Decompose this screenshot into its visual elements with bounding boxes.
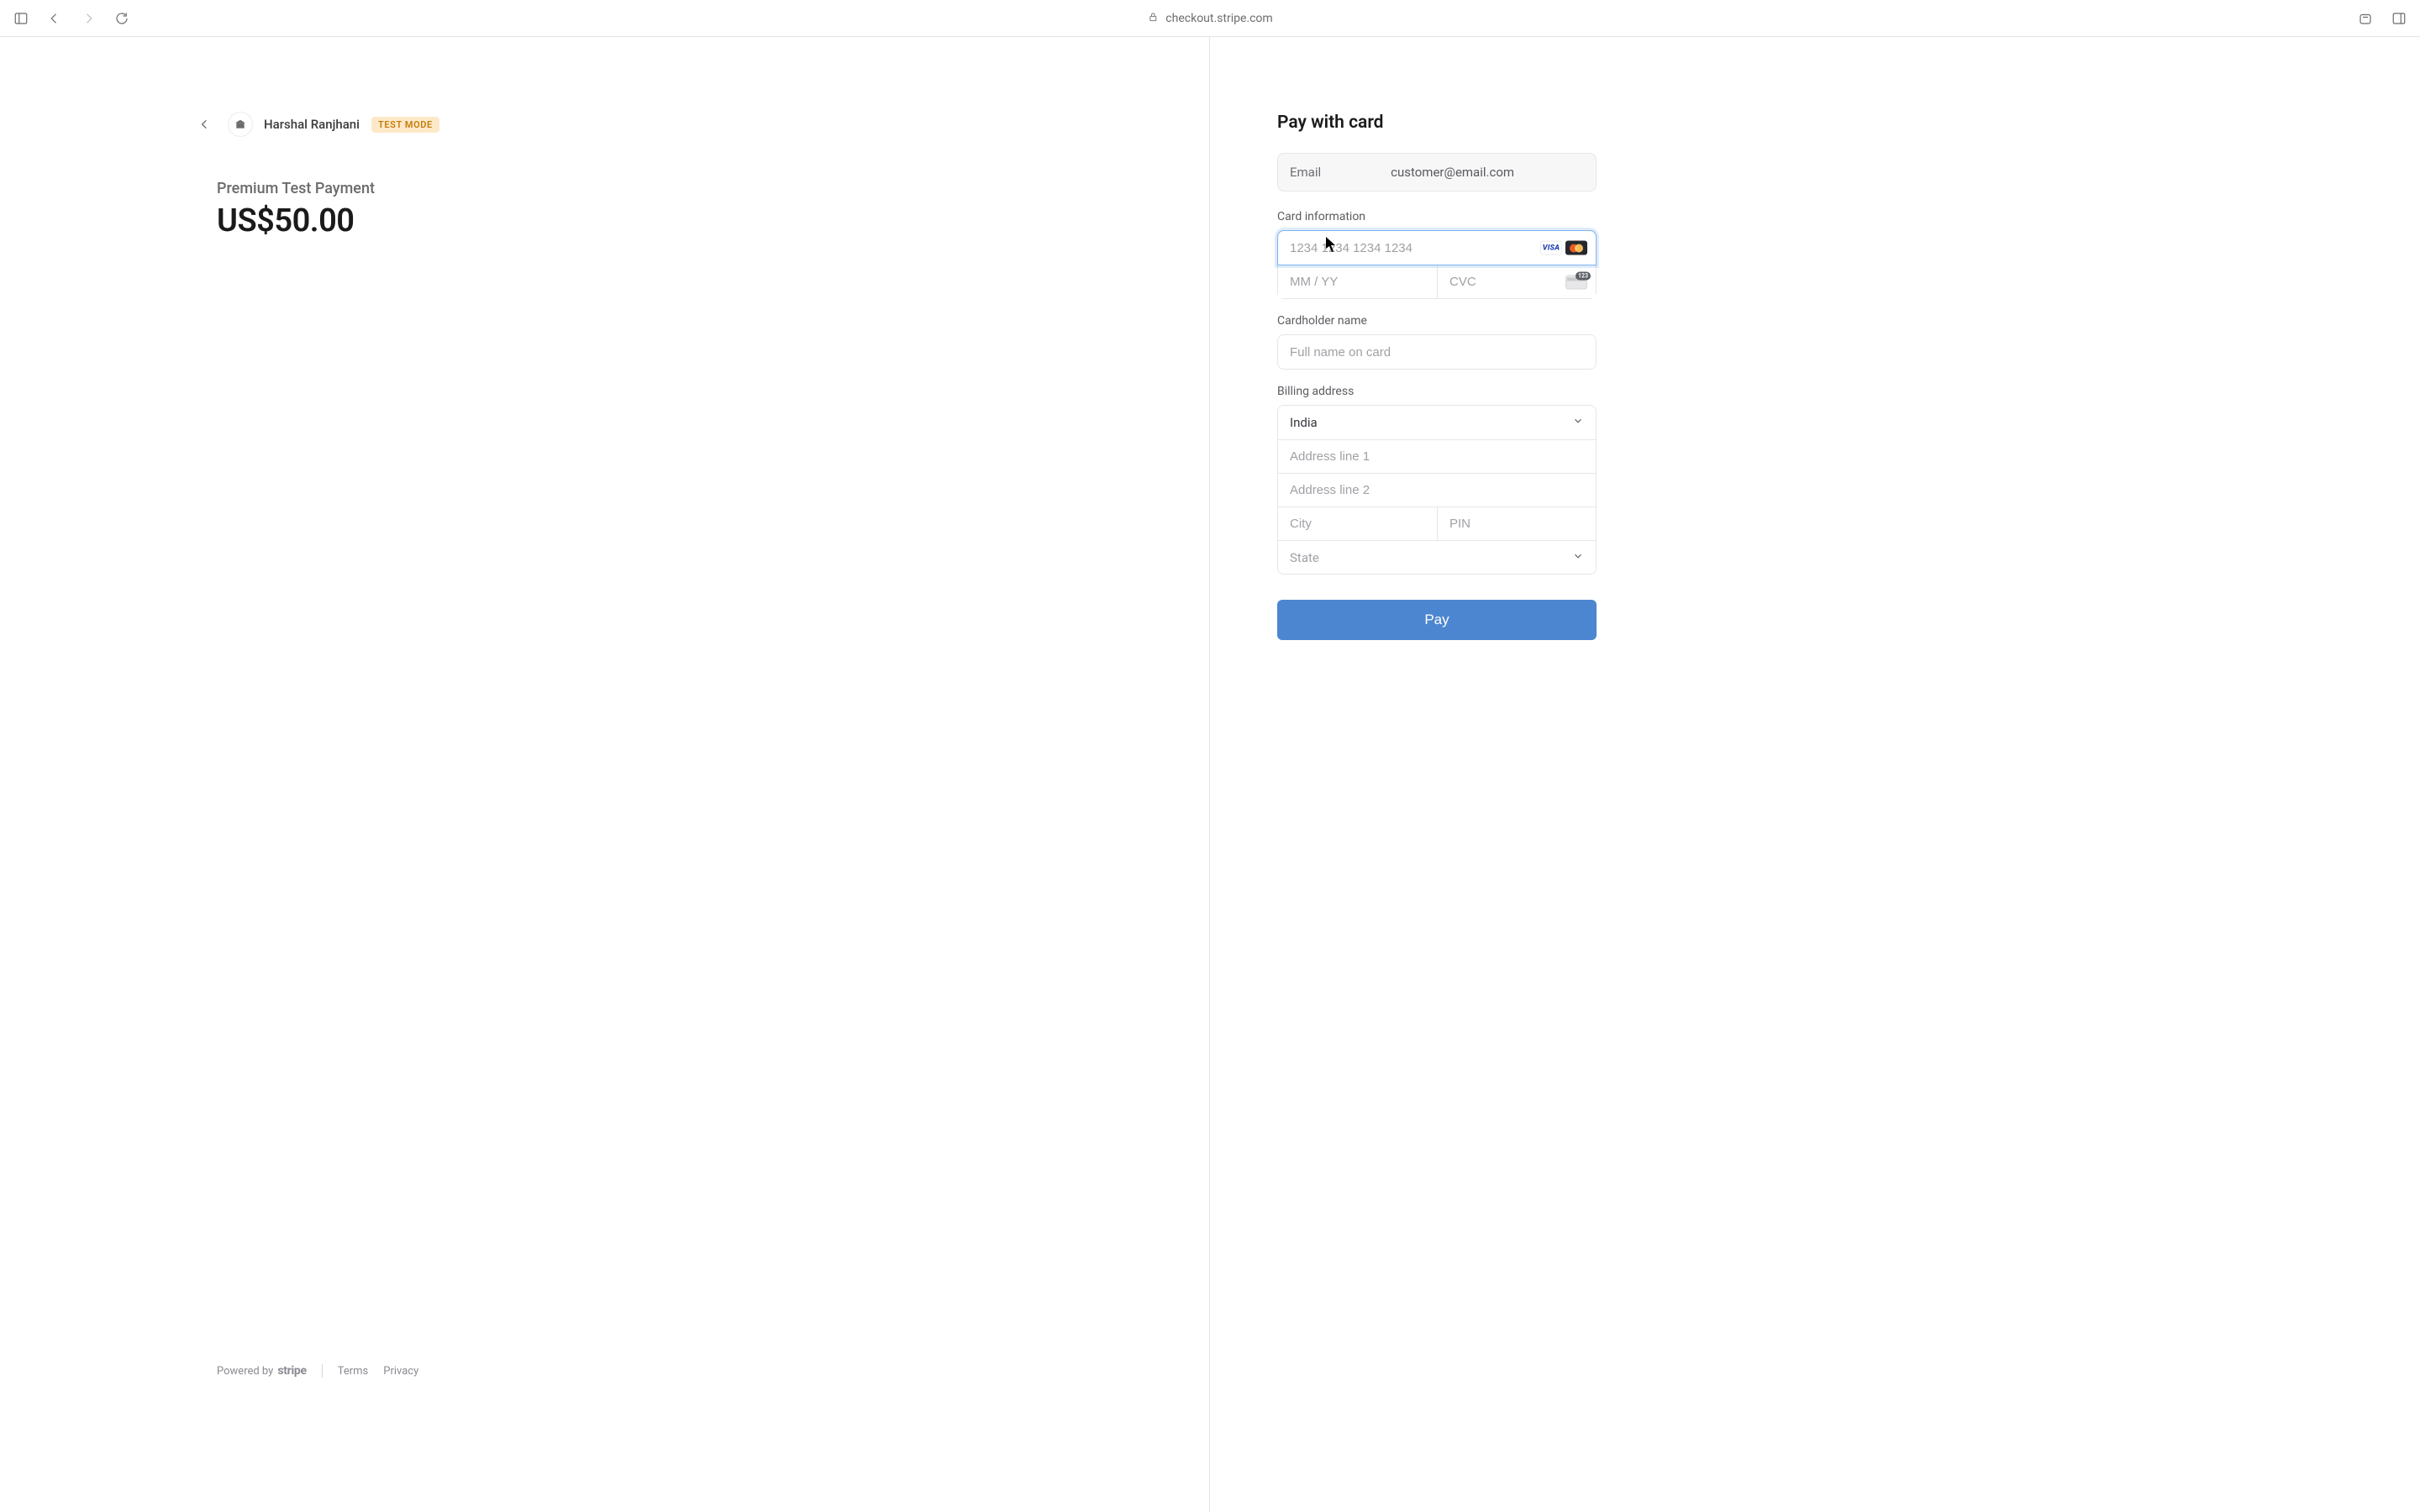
card-expiry-input[interactable] [1278, 265, 1437, 298]
pin-field[interactable] [1437, 507, 1596, 540]
card-expiry-field[interactable] [1278, 265, 1437, 298]
page: Harshal Ranjhani TEST MODE Premium Test … [0, 37, 2420, 1512]
card-brand-icons: VISA [1540, 241, 1587, 255]
merchant-logo-icon [229, 113, 252, 136]
summary-pane: Harshal Ranjhani TEST MODE Premium Test … [0, 37, 1210, 1512]
card-field-group: VISA [1277, 230, 1597, 299]
test-mode-badge: TEST MODE [371, 117, 439, 133]
product-name: Premium Test Payment [217, 180, 375, 197]
cardholder-name-field[interactable] [1278, 335, 1596, 369]
reload-button[interactable] [111, 8, 133, 29]
email-label: Email [1290, 165, 1321, 180]
url-text: checkout.stripe.com [1165, 12, 1272, 25]
country-value: India [1290, 415, 1318, 430]
email-display[interactable]: Email customer@email.com [1277, 153, 1597, 192]
cardholder-name-input[interactable] [1278, 335, 1596, 369]
sidebar-toggle-button[interactable] [10, 8, 32, 29]
visa-icon: VISA [1540, 241, 1562, 255]
product-price: US$50.00 [217, 202, 375, 239]
pay-button[interactable]: Pay [1277, 600, 1597, 640]
city-input[interactable] [1278, 507, 1437, 540]
mastercard-icon [1565, 241, 1587, 255]
state-placeholder: State [1290, 550, 1319, 565]
terms-link[interactable]: Terms [338, 1365, 369, 1378]
email-value: customer@email.com [1321, 165, 1584, 180]
form-title: Pay with card [1277, 113, 1597, 133]
powered-by-label: Powered by [217, 1365, 273, 1378]
footer: Powered by stripe Terms Privacy [217, 1364, 418, 1378]
country-select[interactable]: India [1278, 406, 1596, 439]
chevron-down-icon [1572, 415, 1584, 430]
state-select[interactable]: State [1278, 540, 1596, 574]
lock-icon [1147, 11, 1159, 26]
card-section-label: Card information [1277, 210, 1597, 223]
browser-toolbar: checkout.stripe.com [0, 0, 2420, 37]
address-line2-input[interactable] [1278, 474, 1596, 507]
pin-input[interactable] [1438, 507, 1596, 540]
city-field[interactable] [1278, 507, 1437, 540]
address-line1-input[interactable] [1278, 440, 1596, 473]
address-bar[interactable]: checkout.stripe.com [1147, 11, 1272, 26]
merchant-name: Harshal Ranjhani [264, 117, 360, 132]
tabs-button[interactable] [2388, 8, 2410, 29]
payment-form-pane: Pay with card Email customer@email.com C… [1210, 37, 2420, 1512]
cvc-icon [1565, 275, 1587, 289]
footer-divider [322, 1364, 323, 1378]
privacy-link[interactable]: Privacy [383, 1365, 418, 1378]
share-button[interactable] [2354, 8, 2376, 29]
cardholder-section-label: Cardholder name [1277, 314, 1597, 328]
address-line2-field[interactable] [1278, 473, 1596, 507]
merchant-back-button[interactable] [193, 113, 217, 136]
billing-section-label: Billing address [1277, 385, 1597, 398]
card-number-field[interactable]: VISA [1277, 230, 1597, 265]
chevron-down-icon [1572, 550, 1584, 565]
card-cvc-field[interactable] [1437, 265, 1596, 298]
forward-button[interactable] [77, 8, 99, 29]
back-button[interactable] [44, 8, 66, 29]
stripe-logo: stripe [277, 1364, 306, 1378]
address-line1-field[interactable] [1278, 439, 1596, 473]
